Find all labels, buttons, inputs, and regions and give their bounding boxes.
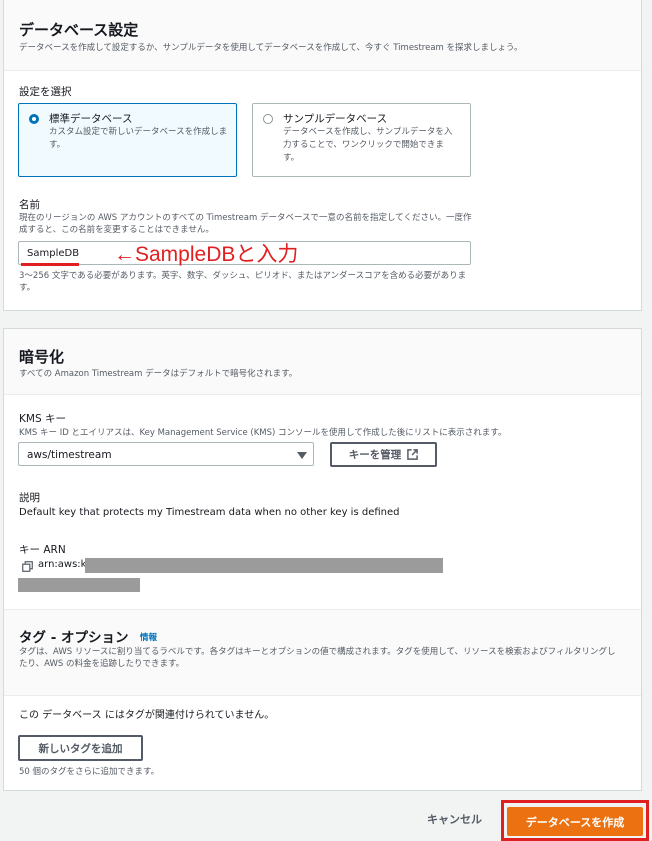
tags-remaining-text: 50 個のタグをさらに追加できます。 — [19, 767, 160, 777]
copy-icon[interactable] — [22, 561, 33, 572]
name-description: 現在のリージョンの AWS アカウントのすべての Timestream データベ… — [19, 213, 472, 235]
kms-key-select[interactable]: aws/timestream — [18, 442, 314, 466]
external-link-icon — [407, 449, 419, 460]
encryption-title: 暗号化 — [19, 348, 65, 366]
kms-key-selected-value: aws/timestream — [27, 449, 112, 461]
radio-unselected-icon[interactable] — [263, 114, 273, 124]
manage-key-button[interactable]: キーを管理 — [330, 442, 437, 467]
key-arn-value: arn:aws:kı — [38, 559, 90, 570]
standard-database-option[interactable]: 標準データベース カスタム設定で新しいデータベースを作成します。 — [18, 103, 237, 177]
arn-redaction-bar — [85, 558, 443, 573]
no-tags-text: この データベース にはタグが関連付けられていません。 — [19, 710, 275, 721]
arn-redaction-bar — [18, 578, 140, 592]
add-tag-label: 新しいタグを追加 — [38, 742, 123, 755]
annotation-underline — [21, 263, 79, 266]
create-database-button[interactable]: データベースを作成 — [507, 807, 643, 836]
database-settings-header: データベース設定 データベースを作成して設定するか、サンプルデータを使用してデー… — [4, 0, 641, 71]
radio-selected-icon[interactable] — [29, 114, 39, 124]
database-settings-title: データベース設定 — [19, 21, 139, 39]
annotation-text: ←SampleDBと入力 — [114, 243, 299, 266]
caret-down-icon — [297, 452, 307, 459]
add-tag-button[interactable]: 新しいタグを追加 — [18, 735, 143, 761]
tags-description: タグは、AWS リソースに割り当てるラベルです。各タグはキーとオプションの値で構… — [19, 647, 616, 669]
manage-key-label: キーを管理 — [348, 449, 402, 461]
sample-database-desc: データベースを作成し、サンプルデータを入力することで、ワンクリックで開始できます… — [283, 127, 453, 163]
sample-database-title: サンプルデータベース — [283, 113, 388, 125]
key-description-value: Default key that protects my Timestream … — [19, 507, 400, 518]
tags-title: タグ - オプション — [19, 630, 129, 646]
encryption-header: 暗号化 すべての Amazon Timestream データはデフォルトで暗号化… — [4, 329, 641, 395]
tags-info-link[interactable]: 情報 — [140, 631, 157, 643]
kms-key-description: KMS キー ID とエイリアスは、Key Management Service… — [19, 428, 507, 438]
name-constraint-text: 3〜256 文字である必要があります。英字、数字、ダッシュ、ピリオド、またはアン… — [19, 271, 467, 293]
database-settings-panel: データベース設定 データベースを作成して設定するか、サンプルデータを使用してデー… — [3, 0, 642, 311]
kms-key-label: KMS キー — [19, 413, 66, 425]
encryption-description: すべての Amazon Timestream データはデフォルトで暗号化されます… — [19, 369, 298, 379]
key-arn-label: キー ARN — [19, 544, 66, 556]
standard-database-title: 標準データベース — [49, 113, 133, 125]
sample-database-option[interactable]: サンプルデータベース データベースを作成し、サンプルデータを入力することで、ワン… — [252, 103, 471, 177]
choose-setting-label: 設定を選択 — [19, 86, 72, 98]
encryption-panel: 暗号化 すべての Amazon Timestream データはデフォルトで暗号化… — [3, 328, 642, 791]
key-description-label: 説明 — [19, 492, 40, 504]
cancel-button[interactable]: キャンセル — [427, 811, 482, 827]
tags-header: タグ - オプション 情報 タグは、AWS リソースに割り当てるラベルです。各タ… — [4, 610, 641, 696]
standard-database-desc: カスタム設定で新しいデータベースを作成します。 — [49, 127, 228, 150]
name-label: 名前 — [19, 199, 40, 211]
database-settings-description: データベースを作成して設定するか、サンプルデータを使用してデータベースを作成して… — [19, 43, 523, 53]
